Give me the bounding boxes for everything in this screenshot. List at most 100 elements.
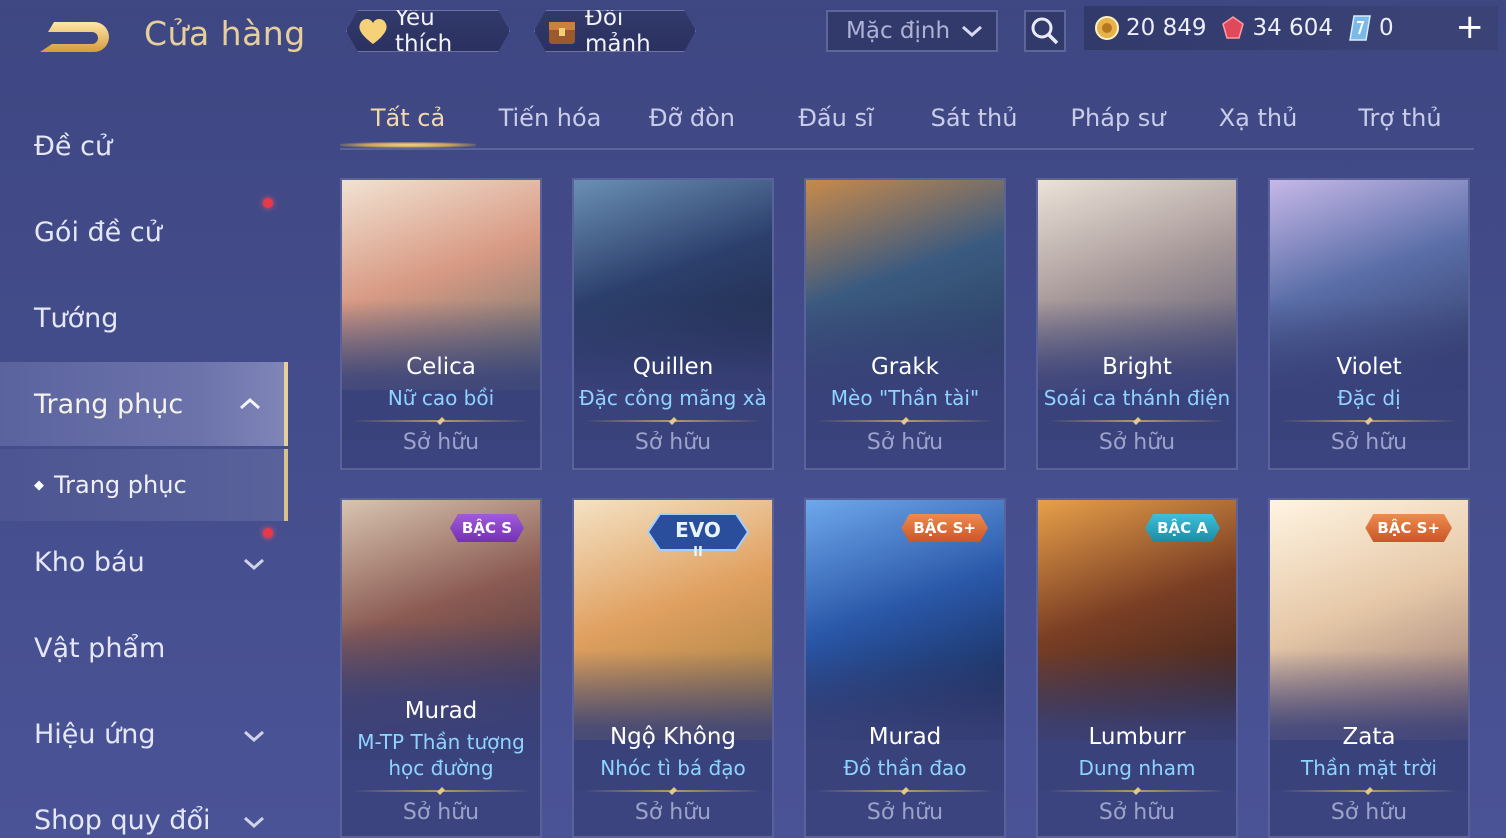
- sidebar-item-exchange-shop[interactable]: Shop quy đổi: [0, 780, 288, 838]
- skin-name: Mèo "Thần tài": [830, 386, 980, 410]
- sort-dropdown[interactable]: Mặc định: [826, 10, 998, 52]
- gold-coin-icon: [1095, 16, 1119, 40]
- skin-card[interactable]: EVO II Ngộ Không Nhóc tì bá đạo Sở hữu: [572, 498, 774, 838]
- tier-badge: BẬC S: [450, 514, 524, 542]
- tab-tank[interactable]: Đỡ đòn: [632, 104, 752, 132]
- sidebar-item-heroes[interactable]: Tướng: [0, 278, 288, 358]
- gem-amount: 34 604: [1252, 15, 1333, 41]
- ruby-gem-icon: [1222, 16, 1245, 39]
- skin-card[interactable]: Grakk Mèo "Thần tài" Sở hữu: [804, 178, 1006, 470]
- chevron-down-icon: [242, 550, 266, 581]
- currency-bar: 20 849 34 604 0 +: [1084, 6, 1498, 50]
- sidebar: Đề cử Gói đề cử Tướng Trang phục ◆ Trang…: [0, 100, 288, 838]
- skin-card[interactable]: Bright Soái ca thánh điện Sở hữu: [1036, 178, 1238, 470]
- hero-name: Zata: [1342, 724, 1396, 750]
- sidebar-subitem-label: Trang phục: [54, 471, 187, 499]
- hero-name: Murad: [868, 724, 942, 750]
- tab-support[interactable]: Trợ thủ: [1340, 104, 1460, 132]
- favorites-label: Yêu thích: [395, 5, 453, 57]
- exchange-shards-label: Đổi mảnh: [585, 5, 651, 57]
- chevron-down-icon: [242, 722, 266, 753]
- tab-all[interactable]: Tất cả: [340, 104, 476, 132]
- owned-status: Sở hữu: [1098, 430, 1176, 455]
- sidebar-item-recommended-packs[interactable]: Gói đề cử: [0, 192, 288, 272]
- sidebar-item-recommended[interactable]: Đề cử: [0, 106, 288, 186]
- skin-name: Đặc dị: [1337, 386, 1401, 410]
- back-button[interactable]: [34, 14, 112, 60]
- sidebar-item-label: Đề cử: [34, 130, 113, 162]
- owned-status: Sở hữu: [634, 430, 712, 455]
- evo-badge-level: II: [693, 545, 703, 558]
- sidebar-item-label: Gói đề cử: [34, 216, 162, 248]
- hero-name: Quillen: [632, 354, 714, 380]
- owned-status: Sở hữu: [866, 430, 944, 455]
- chevron-down-icon: [960, 21, 984, 47]
- tab-assassin[interactable]: Sát thủ: [914, 104, 1034, 132]
- tab-evolution[interactable]: Tiến hóa: [490, 104, 610, 132]
- search-button[interactable]: [1024, 10, 1066, 52]
- owned-status: Sở hữu: [634, 800, 712, 825]
- skin-card[interactable]: Violet Đặc dị Sở hữu: [1268, 178, 1470, 470]
- skin-name-line1: M-TP Thần tượng: [357, 730, 525, 754]
- owned-status: Sở hữu: [402, 430, 480, 455]
- skin-name: Đặc công mãng xà: [579, 386, 767, 410]
- sort-dropdown-value: Mặc định: [846, 18, 951, 44]
- sidebar-item-items[interactable]: Vật phẩm: [0, 608, 288, 688]
- tier-badge: BẬC S+: [901, 514, 988, 542]
- sidebar-item-skins[interactable]: Trang phục: [0, 362, 288, 446]
- page-title: Cửa hàng: [144, 14, 306, 53]
- hero-name: Murad: [404, 698, 478, 724]
- skin-card[interactable]: BẬC S Murad M-TP Thần tượng học đường Sở…: [340, 498, 542, 838]
- skin-name: Nữ cao bồi: [387, 386, 495, 410]
- skin-name: Thần mặt trời: [1301, 756, 1437, 780]
- skin-card[interactable]: BẬC S+ Zata Thần mặt trời Sở hữu: [1268, 498, 1470, 838]
- sidebar-item-label: Vật phẩm: [34, 632, 166, 664]
- sidebar-item-effects[interactable]: Hiệu ứng: [0, 694, 288, 774]
- skin-card[interactable]: Quillen Đặc công mãng xà Sở hữu: [572, 178, 774, 470]
- sidebar-item-treasure[interactable]: Kho báu: [0, 522, 288, 602]
- exchange-shards-button[interactable]: Đổi mảnh: [534, 10, 696, 52]
- add-currency-button[interactable]: +: [1456, 10, 1485, 44]
- skin-card[interactable]: BẬC S+ Murad Đồ thần đao Sở hữu: [804, 498, 1006, 838]
- tab-mage[interactable]: Pháp sư: [1056, 104, 1180, 132]
- treasure-chest-icon: [545, 14, 579, 48]
- chevron-down-icon: [242, 808, 266, 838]
- divider: [816, 420, 994, 422]
- divider: [1048, 790, 1226, 792]
- skin-name: Đồ thần đao: [843, 756, 967, 780]
- chevron-up-icon: [238, 390, 262, 421]
- tab-fighter[interactable]: Đấu sĩ: [776, 104, 896, 132]
- skin-card[interactable]: BẬC A Lumburr Dung nham Sở hữu: [1036, 498, 1238, 838]
- gold-amount: 20 849: [1126, 15, 1207, 41]
- hero-name: Grakk: [870, 354, 939, 380]
- skin-name-line2: học đường: [388, 756, 494, 780]
- voucher-amount: 0: [1378, 15, 1394, 41]
- divider: [584, 420, 762, 422]
- owned-status: Sở hữu: [866, 800, 944, 825]
- sidebar-subitem-skins[interactable]: ◆ Trang phục: [0, 449, 288, 521]
- evo-badge: EVO II: [646, 513, 750, 558]
- skin-card[interactable]: Celica Nữ cao bồi Sở hữu: [340, 178, 542, 470]
- voucher-card-icon: [1349, 15, 1371, 41]
- divider: [352, 790, 530, 792]
- bullet-icon: ◆: [34, 477, 44, 493]
- gold-currency: 20 849: [1094, 15, 1206, 41]
- hero-name: Celica: [406, 354, 476, 380]
- voucher-currency: 0: [1347, 14, 1394, 42]
- hero-name: Bright: [1102, 354, 1172, 380]
- tier-badge: BẬC S+: [1365, 514, 1452, 542]
- owned-status: Sở hữu: [1330, 800, 1408, 825]
- sidebar-item-label: Shop quy đổi: [34, 804, 211, 836]
- divider: [352, 420, 530, 422]
- owned-status: Sở hữu: [1330, 430, 1408, 455]
- favorites-button[interactable]: Yêu thích: [346, 10, 510, 52]
- active-tab-indicator: [340, 142, 476, 148]
- skin-grid: Celica Nữ cao bồi Sở hữu Quillen Đặc côn…: [340, 178, 1474, 838]
- skin-name: Nhóc tì bá đạo: [600, 756, 746, 780]
- tab-marksman[interactable]: Xạ thủ: [1198, 104, 1318, 132]
- back-arrow-icon: [40, 22, 109, 52]
- skin-name: Soái ca thánh điện: [1043, 386, 1231, 410]
- sidebar-item-label: Tướng: [34, 302, 119, 334]
- tier-badge: BẬC A: [1145, 514, 1220, 542]
- category-tabs: Tất cả Tiến hóa Đỡ đòn Đấu sĩ Sát thủ Ph…: [340, 98, 1474, 150]
